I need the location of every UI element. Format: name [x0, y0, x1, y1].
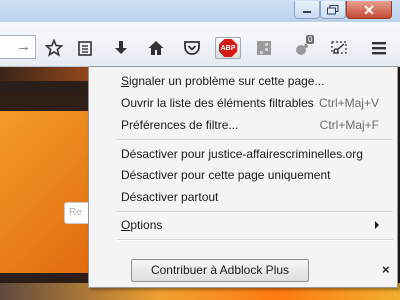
adblock-plus-menu: Signaler un problème sur cette page... O…	[88, 66, 398, 288]
grid-extension-icon	[257, 41, 271, 55]
scissors-screenshot-icon	[331, 41, 347, 54]
menu-item-report-issue[interactable]: Signaler un problème sur cette page...	[121, 71, 387, 91]
window-titlebar: ✕	[0, 0, 400, 22]
menu-separator	[117, 239, 393, 241]
menu-item-shortcut: Ctrl+Maj+V	[318, 96, 379, 110]
home-icon	[148, 41, 164, 55]
hamburger-menu-button[interactable]	[367, 36, 391, 60]
abp-stop-sign-icon: ABP	[219, 39, 237, 57]
bookmarks-list-icon	[78, 41, 92, 56]
restore-button[interactable]	[320, 1, 346, 19]
go-arrow-icon[interactable]: →	[16, 38, 31, 55]
menu-separator	[117, 139, 393, 141]
menu-item-label: Préférences de filtre...	[121, 118, 239, 132]
bookmarks-menu-button[interactable]	[73, 36, 97, 60]
video-thumbnail[interactable]	[0, 91, 90, 273]
downloads-button[interactable]	[109, 36, 133, 60]
close-window-button[interactable]: ✕	[346, 1, 392, 19]
mnemonic-letter: S	[121, 74, 130, 88]
menu-item-disable-everywhere[interactable]: Désactiver partout	[121, 187, 387, 207]
submenu-arrow-icon	[375, 221, 379, 229]
menu-item-label: ptions	[130, 218, 163, 232]
gray-extension-button[interactable]	[252, 36, 276, 60]
menu-item-label: Désactiver pour cette page uniquement	[121, 168, 331, 182]
menu-separator	[117, 211, 393, 213]
partial-tooltip: Re	[64, 202, 90, 224]
url-bar[interactable]: →	[0, 35, 36, 59]
notification-count-badge: 0	[306, 35, 315, 44]
restore-icon	[327, 4, 339, 14]
menu-item-shortcut: Ctrl+Maj+F	[319, 118, 379, 132]
pocket-icon	[184, 41, 200, 55]
contribute-button[interactable]: Contribuer à Adblock Plus	[131, 259, 309, 282]
star-icon	[45, 39, 63, 57]
close-icon: ✕	[363, 1, 375, 18]
menu-item-filter-preferences[interactable]: Préférences de filtre... Ctrl+Maj+F	[121, 115, 387, 135]
bookmark-star-button[interactable]	[42, 36, 66, 60]
menu-item-disable-domain[interactable]: Désactiver pour justice-affairescriminel…	[121, 144, 387, 164]
close-menu-icon[interactable]: ×	[382, 262, 390, 277]
home-button[interactable]	[144, 36, 168, 60]
adblock-plus-button[interactable]: ABP	[215, 37, 241, 59]
menu-item-options[interactable]: Options	[121, 215, 387, 235]
menu-item-disable-page[interactable]: Désactiver pour cette page uniquement	[121, 165, 387, 185]
menu-item-label: Désactiver partout	[121, 190, 219, 204]
hamburger-icon	[372, 42, 386, 55]
minimize-button[interactable]	[294, 1, 320, 19]
menu-item-label: Désactiver pour justice-affairescriminel…	[121, 147, 363, 161]
pocket-button[interactable]	[180, 36, 204, 60]
screenshot-button[interactable]	[327, 36, 351, 60]
minimize-icon	[303, 10, 311, 13]
mnemonic-letter: O	[121, 218, 131, 232]
menu-item-open-blockable-items[interactable]: Ouvrir la liste des éléments filtrables …	[121, 93, 387, 113]
menu-item-label: ignaler un problème sur cette page...	[129, 74, 325, 88]
menu-item-label: Ouvrir la liste des éléments filtrables	[121, 96, 314, 110]
download-arrow-icon	[115, 41, 127, 54]
